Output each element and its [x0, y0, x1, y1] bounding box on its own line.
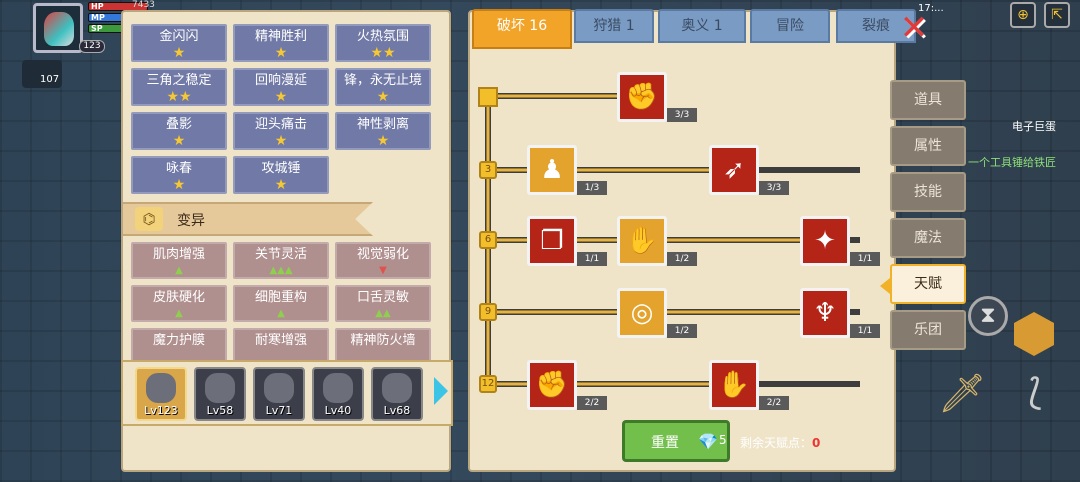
hourglass-icon[interactable]: ⧗	[968, 296, 1008, 336]
sword-icon[interactable]: 🗡	[938, 370, 986, 416]
talent-node-count: 1/1	[577, 252, 607, 266]
bow-icon[interactable]: ⟅	[1012, 370, 1058, 416]
talent-node-count: 1/1	[850, 252, 880, 266]
talent-node[interactable]: ✊	[617, 72, 667, 122]
exit-icon[interactable]: ⇱	[1044, 2, 1070, 28]
talent-node-count: 3/3	[667, 108, 697, 122]
npc-name: 电子巨蛋	[1012, 120, 1056, 133]
tier-level-marker: 12	[479, 375, 497, 393]
side-tab-1[interactable]: 属性	[890, 126, 966, 166]
talent-node-count: 2/2	[577, 396, 607, 410]
quest-hint: 一个工具锤给铁匠	[968, 156, 1056, 169]
side-tab-3[interactable]: 魔法	[890, 218, 966, 258]
talent-node[interactable]: ➶	[709, 145, 759, 195]
side-tab-4[interactable]: 天赋	[880, 264, 966, 304]
tier-level-marker: 6	[479, 231, 497, 249]
side-tab-list: 道具属性技能魔法天赋乐团	[880, 80, 966, 356]
side-tab-2[interactable]: 技能	[890, 172, 966, 212]
gem-icon: 💎	[698, 432, 718, 451]
tier-level-marker: 9	[479, 303, 497, 321]
talent-node[interactable]: ✋	[617, 216, 667, 266]
remaining-points: 剩余天赋点：0	[740, 436, 821, 450]
tier-level-marker: 3	[479, 161, 497, 179]
talent-node[interactable]: ◎	[617, 288, 667, 338]
reset-cost: 5	[719, 433, 727, 447]
reset-button[interactable]: 重置 💎 5	[622, 420, 730, 462]
talent-node-count: 3/3	[759, 181, 789, 195]
talent-node-count: 1/3	[577, 181, 607, 195]
talent-node-count: 1/2	[667, 252, 697, 266]
talent-node[interactable]: ✦	[800, 216, 850, 266]
talent-node[interactable]: ❐	[527, 216, 577, 266]
side-tab-5[interactable]: 乐团	[890, 310, 966, 350]
reset-label: 重置	[651, 435, 679, 451]
network-icon[interactable]: ⊕	[1010, 2, 1036, 28]
talent-node[interactable]: ♆	[800, 288, 850, 338]
talent-node[interactable]: ♟	[527, 145, 577, 195]
talent-node[interactable]: ✋	[709, 360, 759, 410]
talent-node-count: 2/2	[759, 396, 789, 410]
talent-node-count: 1/2	[667, 324, 697, 338]
clock: 17:...	[918, 3, 944, 14]
side-tab-0[interactable]: 道具	[890, 80, 966, 120]
talent-node[interactable]: ✊	[527, 360, 577, 410]
talent-node-count: 1/1	[850, 324, 880, 338]
